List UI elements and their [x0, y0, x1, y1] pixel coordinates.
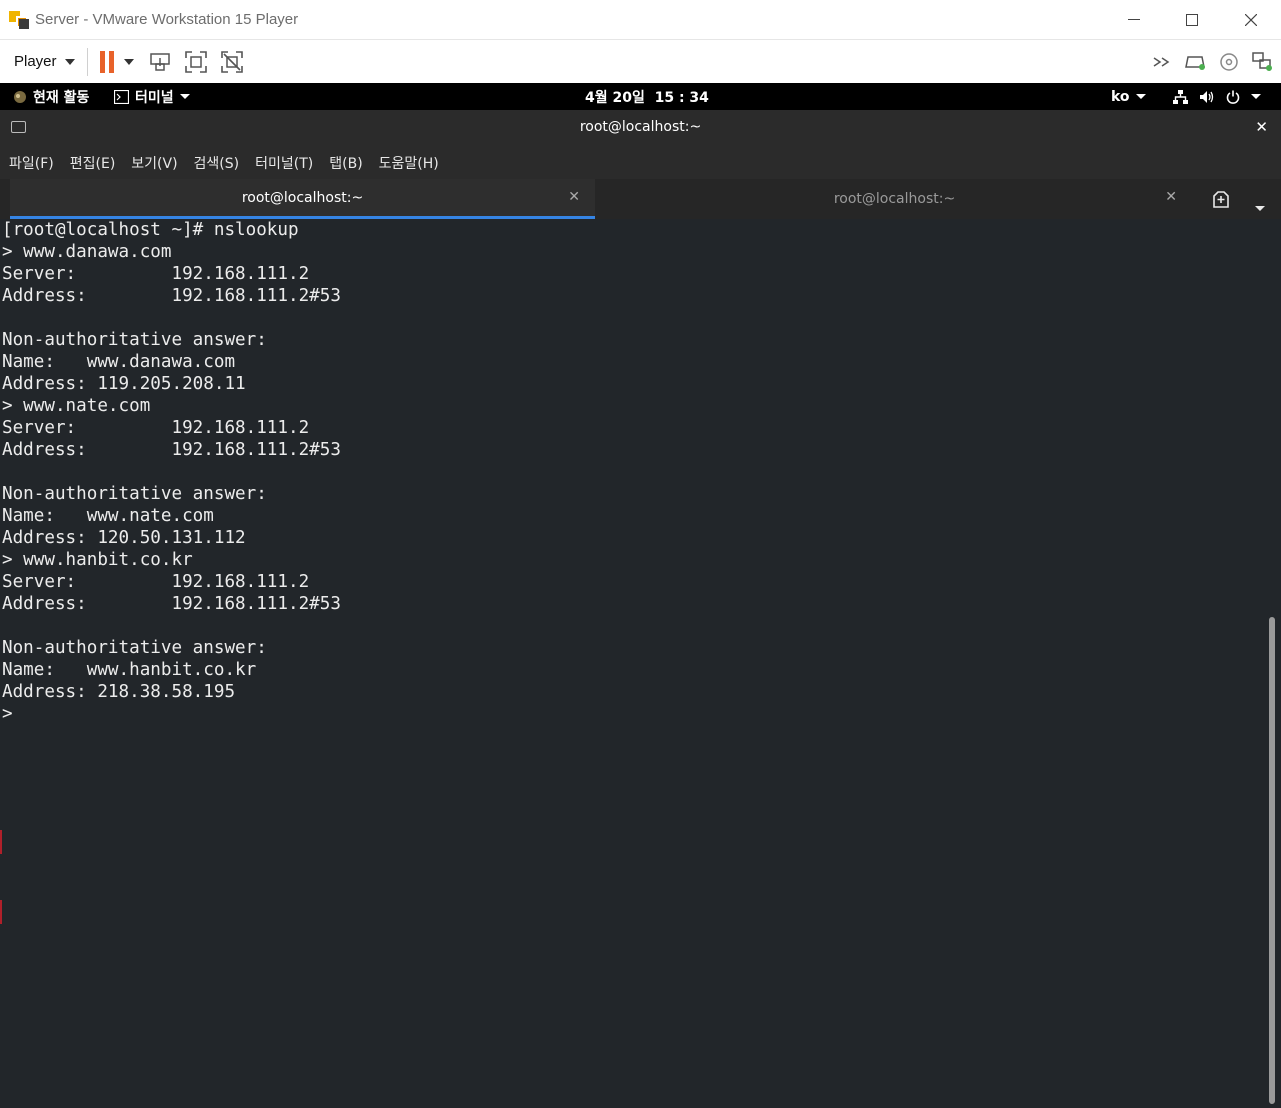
network-wired-icon — [1173, 89, 1188, 104]
tab-label: root@localhost:~ — [241, 189, 364, 206]
terminal-line: > www.hanbit.co.kr — [2, 550, 193, 570]
send-ctrl-alt-del-icon[interactable] — [148, 50, 172, 74]
hard-disk-icon[interactable] — [1185, 51, 1207, 73]
chevron-down-icon — [1135, 94, 1146, 99]
terminal-line: Name: www.nate.com — [2, 506, 214, 526]
power-icon — [1226, 90, 1240, 104]
menu-file[interactable]: 파일(F) — [9, 153, 54, 173]
network-adapter-icon[interactable] — [1251, 51, 1273, 73]
minimize-icon — [1128, 19, 1140, 20]
system-menu-button[interactable] — [1173, 83, 1261, 110]
terminal-line: Server: 192.168.111.2 — [2, 264, 310, 284]
terminal-line: Address: 119.205.208.11 — [2, 374, 246, 394]
close-icon — [1245, 14, 1257, 26]
input-method-label: ko — [1111, 88, 1130, 105]
minimize-button[interactable] — [1105, 0, 1163, 40]
maximize-button[interactable] — [1163, 0, 1221, 40]
input-method-button[interactable]: ko — [1111, 83, 1146, 110]
terminal-line: Address: 192.168.111.2#53 — [2, 594, 341, 614]
vmware-title-bar: Server - VMware Workstation 15 Player — [0, 0, 1281, 40]
background-edge-mark — [0, 900, 2, 924]
menu-terminal[interactable]: 터미널(T) — [255, 153, 313, 173]
terminal-app-icon — [114, 89, 129, 104]
terminal-line: Address: 192.168.111.2#53 — [2, 286, 341, 306]
pause-vm-button[interactable] — [99, 50, 114, 73]
chevron-down-icon — [1251, 94, 1261, 99]
app-menu-label: 터미널 — [135, 89, 174, 106]
window-title: Server - VMware Workstation 15 Player — [35, 11, 299, 28]
tab-1[interactable]: root@localhost:~ ✕ — [10, 179, 595, 219]
terminal-line: [root@localhost ~]# nslookup — [2, 220, 299, 240]
menu-help[interactable]: 도움말(H) — [379, 153, 439, 173]
terminal-titlebar: root@localhost:~ ✕ — [0, 110, 1281, 146]
terminal-output-area[interactable]: [root@localhost ~]# nslookup > www.danawa… — [0, 219, 1281, 1108]
vmware-toolbar: Player — [0, 40, 1281, 83]
terminal-scrollbar[interactable] — [1269, 617, 1275, 1104]
chevron-down-icon — [179, 94, 190, 99]
chevron-down-icon — [64, 58, 75, 65]
terminal-output: [root@localhost ~]# nslookup > www.danawa… — [2, 219, 341, 725]
volume-icon — [1200, 90, 1214, 103]
terminal-line: Address: 120.50.131.112 — [2, 528, 246, 548]
unity-mode-icon[interactable] — [220, 50, 244, 74]
tab-label: root@localhost:~ — [833, 191, 956, 207]
terminal-line: Server: 192.168.111.2 — [2, 418, 310, 438]
fullscreen-icon[interactable] — [184, 50, 208, 74]
terminal-line: Non-authoritative answer: — [2, 330, 267, 350]
menu-edit[interactable]: 편집(E) — [70, 153, 116, 173]
cd-dvd-icon[interactable] — [1218, 51, 1240, 73]
pause-options-chevron-icon[interactable] — [123, 58, 134, 65]
terminal-line: > www.nate.com — [2, 396, 151, 416]
player-menu-button[interactable]: Player — [14, 53, 75, 70]
vmware-logo-icon — [9, 9, 31, 31]
menu-tabs[interactable]: 탭(B) — [329, 153, 362, 173]
gnome-top-bar: 현재 활동 터미널 4월 20일 15 : 34 ko — [0, 83, 1281, 110]
clock-button[interactable]: 4월 20일 15 : 34 — [585, 83, 709, 110]
menu-search[interactable]: 검색(S) — [194, 153, 240, 173]
new-tab-icon[interactable] — [1210, 188, 1232, 210]
terminal-line: Non-authoritative answer: — [2, 638, 267, 658]
terminal-line: Server: 192.168.111.2 — [2, 572, 310, 592]
activities-button[interactable]: 현재 활동 — [13, 83, 89, 110]
menu-view[interactable]: 보기(V) — [131, 153, 177, 173]
close-tab-icon[interactable]: ✕ — [1165, 189, 1177, 205]
clock-label: 4월 20일 15 : 34 — [585, 89, 709, 106]
toolbar-divider — [86, 47, 88, 76]
background-edge-mark — [0, 830, 2, 854]
tab-2[interactable]: root@localhost:~ ✕ — [597, 179, 1192, 219]
maximize-icon — [1186, 14, 1198, 26]
terminal-line: Name: www.danawa.com — [2, 352, 236, 372]
close-window-button[interactable] — [1222, 0, 1280, 40]
terminal-line: > www.danawa.com — [2, 242, 172, 262]
terminal-line: > — [2, 704, 24, 724]
terminal-menubar: 파일(F) 편집(E) 보기(V) 검색(S) 터미널(T) 탭(B) 도움말(… — [0, 146, 1281, 179]
terminal-window-title: root@localhost:~ — [579, 119, 702, 135]
close-tab-icon[interactable]: ✕ — [568, 189, 580, 205]
app-menu-button[interactable]: 터미널 — [114, 83, 190, 110]
terminal-line: Address: 218.38.58.195 — [2, 682, 236, 702]
terminal-tab-bar: root@localhost:~ ✕ root@localhost:~ ✕ — [0, 179, 1281, 219]
gnome-foot-icon — [14, 90, 26, 103]
close-terminal-button[interactable]: ✕ — [1255, 118, 1268, 136]
terminal-line: Name: www.hanbit.co.kr — [2, 660, 257, 680]
more-devices-icon[interactable] — [1152, 51, 1174, 73]
activities-label: 현재 활동 — [33, 89, 90, 106]
tab-menu-chevron-icon[interactable] — [1255, 196, 1265, 215]
terminal-line: Non-authoritative answer: — [2, 484, 267, 504]
terminal-line: Address: 192.168.111.2#53 — [2, 440, 341, 460]
player-menu-label: Player — [14, 53, 57, 70]
